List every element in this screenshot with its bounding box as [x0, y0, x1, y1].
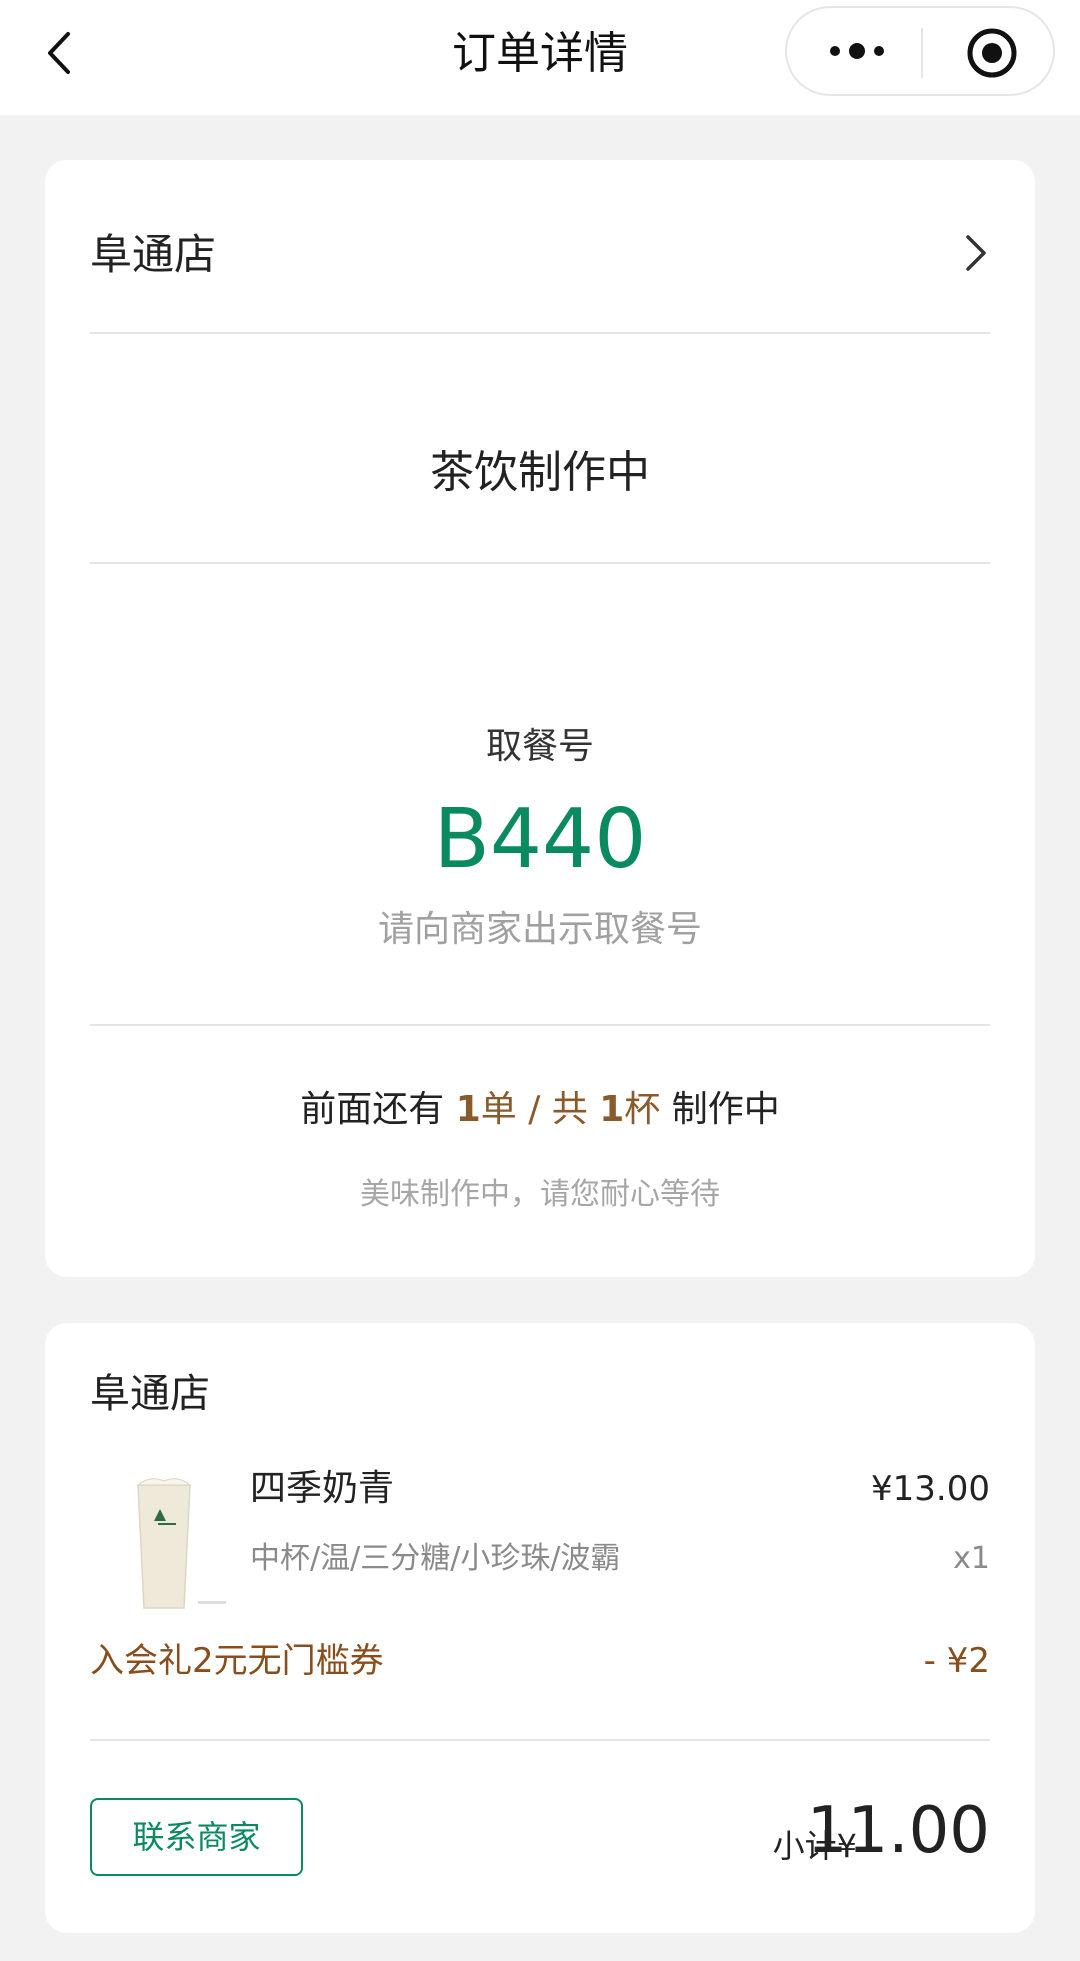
- mini-program-capsule: [785, 6, 1055, 96]
- order-items-card: 阜通店 四季奶青 ¥13.00 中杯/温/三分糖/小珍珠/波霸 x1 入会礼2元…: [45, 1323, 1035, 1933]
- divider: [90, 1024, 990, 1026]
- queue-orders-unit: 单 / 共: [480, 1089, 600, 1130]
- subtotal-value: 11.00: [806, 1794, 990, 1868]
- queue-status: 前面还有 1单 / 共 1杯 制作中: [45, 1085, 1035, 1135]
- queue-hint: 美味制作中，请您耐心等待: [360, 1177, 720, 1212]
- product-price: ¥13.00: [871, 1469, 990, 1509]
- order-status-card: 阜通店 茶饮制作中 取餐号 B440 请向商家出示取餐号 前面还有 1单 / 共…: [45, 160, 1035, 1277]
- capsule-divider: [921, 28, 923, 78]
- pickup-hint: 请向商家出示取餐号: [377, 909, 702, 950]
- coupon-amount: - ¥2: [923, 1641, 990, 1681]
- product-spec: 中杯/温/三分糖/小珍珠/波霸: [250, 1541, 621, 1576]
- queue-suffix: 制作中: [660, 1089, 780, 1130]
- queue-orders-count: 1: [455, 1089, 481, 1130]
- queue-prefix: 前面还有: [300, 1089, 456, 1130]
- pickup-number: B440: [433, 792, 647, 887]
- queue-cups-unit: 杯: [624, 1089, 661, 1130]
- navigation-bar: 订单详情: [0, 0, 1080, 115]
- store-name: 阜通店: [90, 230, 217, 279]
- product-image: [130, 1473, 230, 1618]
- divider: [90, 332, 990, 334]
- pickup-label: 取餐号: [485, 726, 594, 767]
- more-dots-icon[interactable]: [827, 36, 887, 66]
- queue-highlight: 1单 / 共 1杯: [456, 1089, 661, 1130]
- chevron-right-icon: [960, 231, 990, 275]
- queue-cups-count: 1: [599, 1089, 625, 1130]
- target-circle-icon[interactable]: [965, 26, 1019, 80]
- contact-merchant-button[interactable]: 联系商家: [90, 1798, 303, 1876]
- coupon-name: 入会礼2元无门槛券: [90, 1641, 384, 1681]
- store-row[interactable]: 阜通店: [90, 217, 990, 297]
- product-quantity: x1: [953, 1541, 990, 1576]
- store-name: 阜通店: [90, 1371, 210, 1417]
- order-status: 茶饮制作中: [430, 447, 650, 498]
- product-name: 四季奶青: [250, 1468, 395, 1509]
- divider: [90, 1739, 990, 1741]
- divider: [90, 562, 990, 564]
